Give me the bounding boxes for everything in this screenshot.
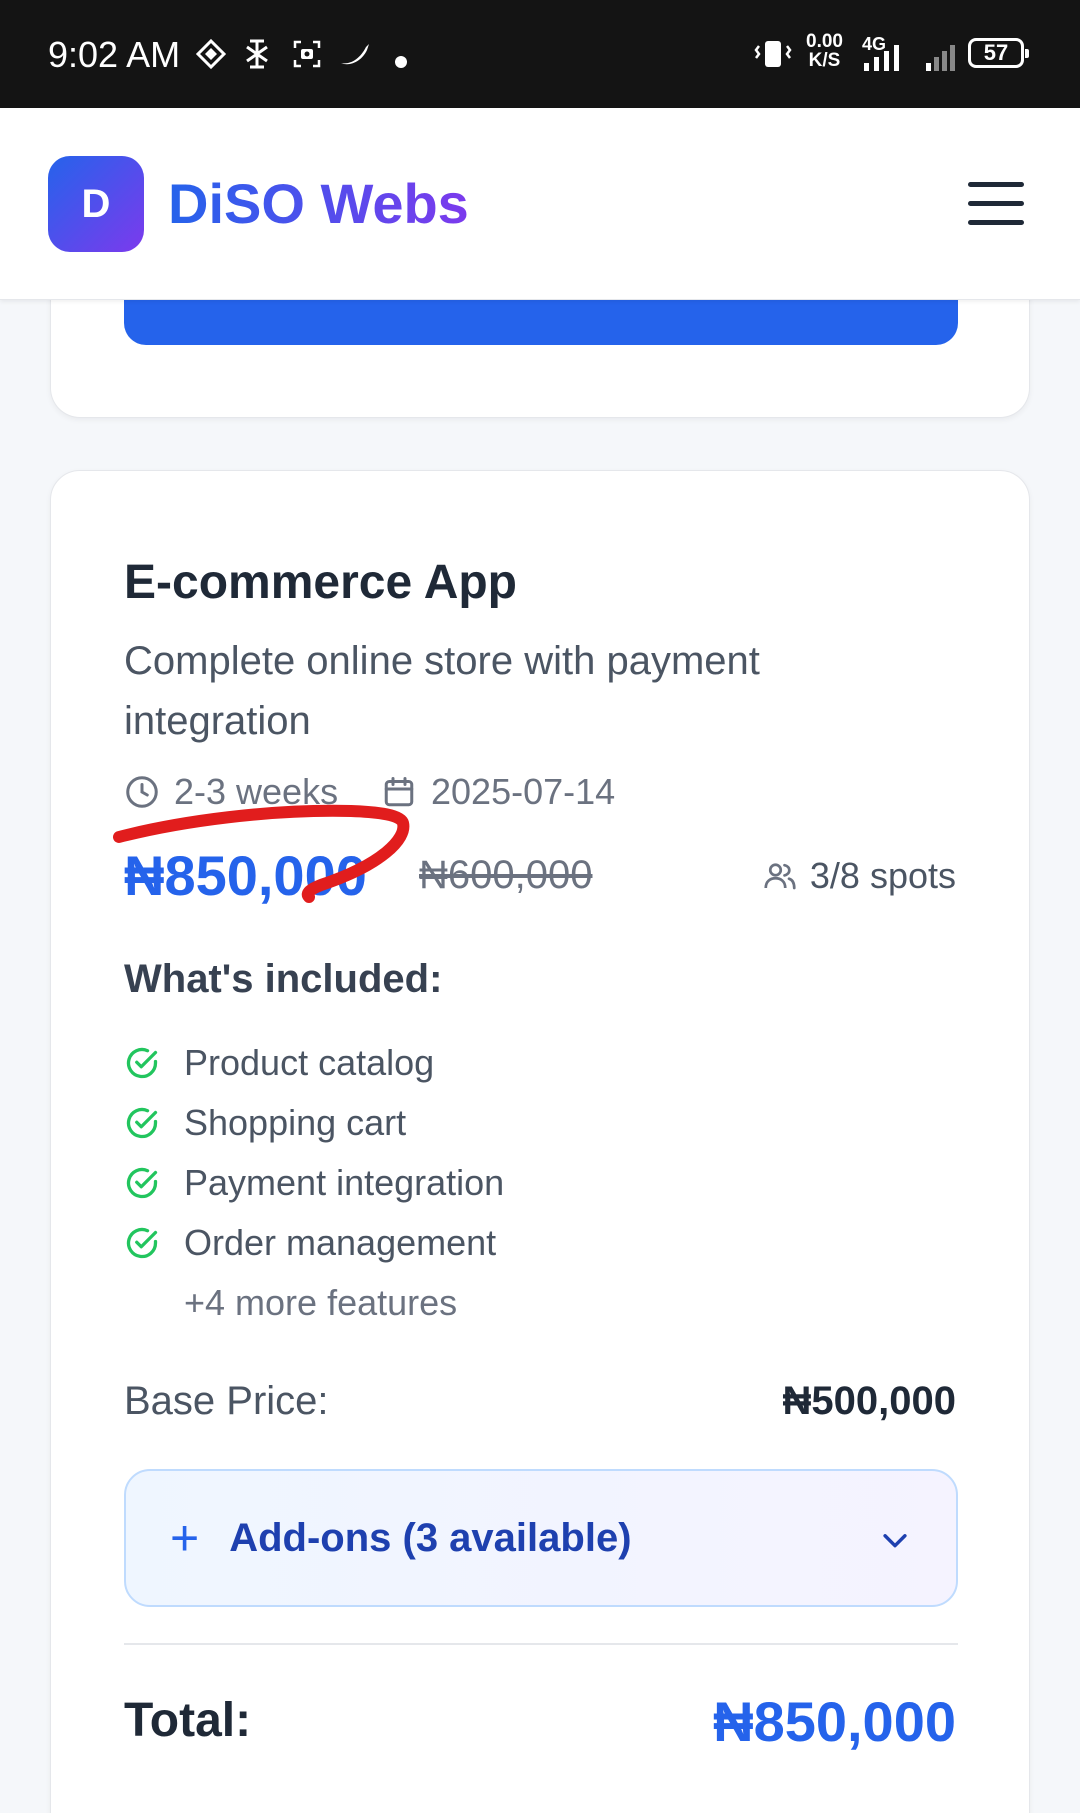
date-text: 2025-07-14 — [431, 771, 616, 812]
dot-icon — [395, 56, 407, 68]
screenshot-icon — [293, 40, 321, 68]
status-time: 9:02 AM — [48, 34, 181, 75]
logo-badge[interactable]: D — [48, 156, 144, 252]
spots: 3/8 spots — [762, 855, 956, 897]
list-item: Order management — [124, 1213, 504, 1273]
old-price: ₦600,000 — [419, 853, 593, 897]
bug-icon — [246, 39, 268, 69]
users-icon — [764, 863, 796, 890]
feature-label: Shopping cart — [184, 1102, 407, 1143]
feature-list: Product catalog Shopping cart Payment in… — [124, 1033, 504, 1333]
package-card: E-commerce App Complete online store wit… — [50, 470, 1030, 1813]
date: 2025-07-14 — [381, 771, 615, 813]
list-item: Product catalog — [124, 1033, 504, 1093]
addons-toggle-button[interactable]: + Add-ons (3 available) — [124, 1469, 958, 1607]
brand-name[interactable]: DiSO Webs — [168, 172, 469, 236]
total-value: ₦850,000 — [713, 1690, 956, 1753]
plus-icon: + — [170, 1510, 200, 1566]
list-item: Payment integration — [124, 1153, 504, 1213]
calendar-icon — [384, 777, 414, 807]
included-title: What's included: — [124, 957, 443, 1001]
duration-text: 2-3 weeks — [174, 771, 339, 812]
navigation-icon — [196, 38, 226, 70]
check-circle-icon — [126, 1227, 158, 1259]
chevron-down-icon — [883, 1534, 907, 1548]
feature-label: Product catalog — [184, 1042, 435, 1083]
hamburger-icon[interactable] — [968, 182, 1024, 226]
duration: 2-3 weeks — [124, 771, 338, 813]
package-description: Complete online store with payment integ… — [124, 639, 760, 743]
signal-icon — [864, 45, 899, 71]
feature-label: Order management — [184, 1222, 497, 1263]
battery-icon: 57 — [968, 38, 1029, 68]
status-bar: 9:02 AM 0.00 K/S 4G 57 — [0, 0, 1080, 108]
addons-label: Add-ons (3 available) — [229, 1515, 632, 1560]
vibrate-icon — [754, 41, 792, 67]
more-features: +4 more features — [184, 1282, 458, 1323]
pepper-icon — [341, 44, 369, 65]
net-speed-value: 0.00 — [806, 31, 843, 52]
check-circle-icon — [126, 1107, 158, 1139]
check-circle-icon — [126, 1047, 158, 1079]
app-header: D DiSO Webs — [0, 108, 1080, 300]
base-price-value: ₦500,000 — [782, 1379, 956, 1423]
list-item: Shopping cart — [124, 1093, 504, 1153]
feature-label: Payment integration — [184, 1162, 505, 1203]
current-price: ₦850,000 — [124, 844, 367, 907]
signal-weak-icon — [926, 45, 955, 71]
net-speed-unit: K/S — [808, 50, 841, 71]
divider — [124, 1643, 958, 1645]
clock-icon — [126, 776, 158, 808]
check-circle-icon — [126, 1167, 158, 1199]
spots-text: 3/8 spots — [809, 855, 956, 896]
base-price-label: Base Price: — [124, 1379, 329, 1423]
package-title: E-commerce App — [124, 556, 517, 609]
total-label: Total: — [124, 1694, 252, 1747]
net-speed: 0.00 K/S — [806, 32, 843, 70]
